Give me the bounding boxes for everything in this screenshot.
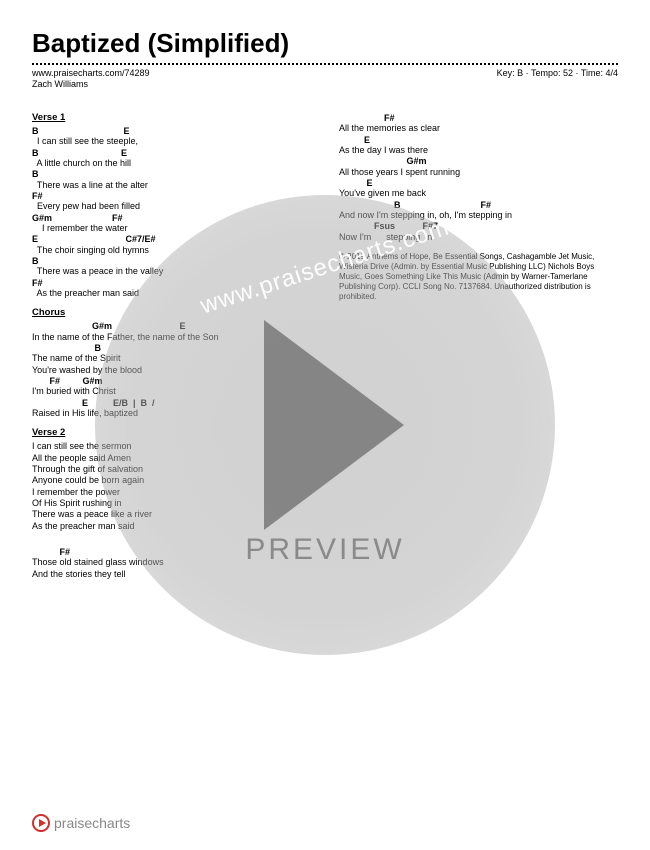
artist: Zach Williams <box>32 79 618 89</box>
watermark-url: www.praisecharts.com <box>197 214 453 321</box>
chord-line: E <box>339 178 618 188</box>
lyric-line: A little church on the hill <box>32 158 311 168</box>
source-url: www.praisecharts.com/74289 <box>32 68 150 78</box>
lyric-line: All the memories as clear <box>339 123 618 133</box>
lyric-pair: B There was a line at the alter <box>32 169 311 190</box>
song-title: Baptized (Simplified) <box>32 28 618 59</box>
watermark: www.praisecharts.com PREVIEW <box>95 195 555 655</box>
chord-line: B E <box>32 148 311 158</box>
brand-play-icon <box>32 814 50 832</box>
lyric-pair: B E I can still see the steeple, <box>32 126 311 147</box>
lyric-line: I can still see the steeple, <box>32 136 311 146</box>
lyric-pair: G#mAll those years I spent running <box>339 156 618 177</box>
brand-text: praisecharts <box>54 815 130 831</box>
footer-brand: praisecharts <box>32 814 130 832</box>
lyric-pair: EAs the day I was there <box>339 135 618 156</box>
lyric-line: As the day I was there <box>339 145 618 155</box>
chord-line: G#m <box>339 156 618 166</box>
subheader: www.praisecharts.com/74289 Key: B · Temp… <box>32 68 618 78</box>
lyric-line: There was a line at the alter <box>32 180 311 190</box>
lyric-line: All those years I spent running <box>339 167 618 177</box>
chord-line: B E <box>32 126 311 136</box>
chord-line: E <box>339 135 618 145</box>
preview-label: PREVIEW <box>245 533 404 567</box>
play-icon <box>264 320 404 530</box>
chord-line: B <box>32 169 311 179</box>
chord-line: F# <box>339 113 618 123</box>
song-meta: Key: B · Tempo: 52 · Time: 4/4 <box>497 68 618 78</box>
lyric-pair: B E A little church on the hill <box>32 148 311 169</box>
lyric-pair: F#All the memories as clear <box>339 113 618 134</box>
divider <box>32 63 618 65</box>
verse1-label: Verse 1 <box>32 113 311 124</box>
